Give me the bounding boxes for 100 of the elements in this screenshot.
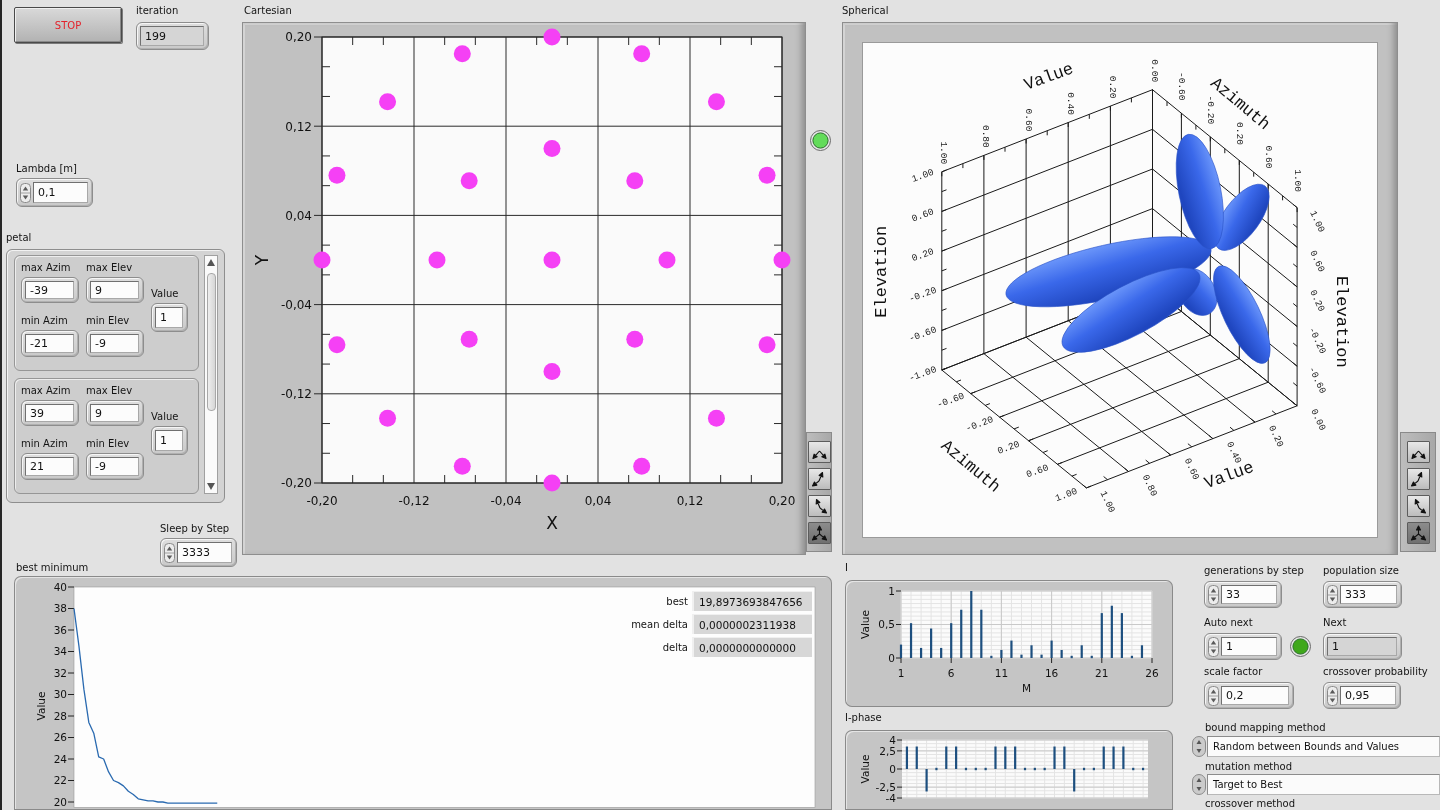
- tick-label: 40: [53, 580, 67, 593]
- numeric-input[interactable]: 9: [90, 281, 139, 299]
- view-button[interactable]: [807, 522, 831, 544]
- tick-label: 2,5: [879, 744, 896, 757]
- stem-bar: [1120, 613, 1123, 658]
- numeric-input[interactable]: 3333: [177, 542, 232, 563]
- tick-label: -0.60: [1306, 364, 1329, 396]
- tick-label: 0.00: [1308, 407, 1328, 433]
- spin-arrows-icon[interactable]: [1208, 685, 1219, 706]
- numeric-input[interactable]: 33: [1221, 585, 1277, 604]
- value-display: 0,0000000000000: [692, 637, 812, 657]
- stem-bar: [1030, 645, 1033, 658]
- value-display: 0,0000002311938: [692, 614, 812, 634]
- data-point: [773, 251, 791, 269]
- axis-title: Elevation: [871, 225, 891, 318]
- stem-bar: [1063, 746, 1066, 769]
- data-point: [758, 336, 776, 354]
- stem-bar: [1053, 746, 1056, 769]
- control-label: population size: [1323, 564, 1399, 577]
- view-button[interactable]: [1406, 468, 1430, 490]
- view-button[interactable]: [807, 495, 831, 517]
- view-button[interactable]: [807, 441, 831, 463]
- stem-bar: [1040, 654, 1043, 658]
- view-button[interactable]: [1406, 495, 1430, 517]
- control-label: Lambda [m]: [16, 162, 77, 175]
- stem-bar: [1023, 767, 1027, 771]
- numeric-input[interactable]: -9: [90, 457, 139, 476]
- spin-arrows-icon[interactable]: [1327, 584, 1338, 605]
- tick-label: 0.20: [1307, 288, 1327, 314]
- tick-label: 0,20: [285, 30, 312, 45]
- tick-label: -0,12: [398, 494, 430, 508]
- control-label: generations by step: [1204, 564, 1304, 577]
- view-button[interactable]: [1406, 441, 1430, 463]
- axis-title: M: [1021, 682, 1032, 694]
- stem-bar: [960, 609, 963, 658]
- numeric-input[interactable]: 39: [25, 404, 74, 422]
- stem-bar: [920, 647, 923, 658]
- tick-label: 30: [53, 688, 67, 701]
- tick-label: 1.00: [910, 166, 936, 185]
- stem-bar: [1142, 767, 1145, 771]
- down-arrow-icon[interactable]: [207, 483, 215, 490]
- stem-bar: [1020, 654, 1023, 658]
- ring-spinner-icon[interactable]: [1192, 736, 1206, 757]
- numeric-input[interactable]: 1: [1221, 637, 1277, 656]
- data-point: [626, 172, 644, 190]
- tick-label: 0.60: [1307, 248, 1327, 274]
- tick-label: 0,04: [285, 208, 312, 223]
- tick-label: 11: [994, 667, 1009, 679]
- tick-label: 0,5: [878, 618, 895, 631]
- spin-arrows-icon[interactable]: [164, 542, 175, 563]
- spin-arrows-icon[interactable]: [20, 182, 31, 203]
- stem-bar: [1004, 746, 1007, 769]
- numeric-input[interactable]: 333: [1340, 585, 1397, 604]
- ring-spinner-icon[interactable]: [1192, 774, 1206, 795]
- data-point: [543, 363, 561, 380]
- spin-arrows-icon[interactable]: [1208, 584, 1219, 605]
- axis-title: Value: [859, 610, 871, 639]
- numeric-input[interactable]: 9: [90, 404, 139, 422]
- numeric-input[interactable]: 0,1: [33, 182, 88, 203]
- control-label: scale factor: [1204, 665, 1263, 678]
- data-point: [633, 457, 651, 475]
- numeric-input[interactable]: 21: [25, 457, 74, 476]
- tick-label: -4: [885, 791, 896, 804]
- data-point: [707, 93, 725, 111]
- stem-bar: [970, 591, 973, 658]
- up-arrow-icon[interactable]: [207, 259, 215, 266]
- scrollbar[interactable]: [204, 255, 218, 494]
- control-label: Sleep by Step: [160, 522, 230, 535]
- control-label: min Azim: [21, 437, 68, 450]
- axes-icon: [1409, 525, 1427, 541]
- panel-label: Spherical: [842, 4, 889, 17]
- stem-bar: [940, 647, 943, 658]
- scroll-thumb[interactable]: [206, 273, 216, 411]
- control-label: max Azim: [21, 261, 71, 274]
- spin-arrows-icon[interactable]: [1208, 636, 1219, 657]
- tick-label: -0,20: [280, 476, 312, 491]
- tick-label: 26: [1145, 667, 1159, 679]
- selector-field[interactable]: Random between Bounds and Values: [1207, 736, 1440, 757]
- stem-bar: [1010, 640, 1013, 658]
- tick-label: 0.20: [910, 246, 936, 265]
- numeric-input[interactable]: 0,2: [1221, 686, 1289, 705]
- numeric-input[interactable]: 1: [155, 306, 183, 328]
- tick-label: 16: [1044, 667, 1059, 679]
- axes-icon: [810, 525, 828, 541]
- numeric-input[interactable]: -9: [90, 334, 139, 353]
- tick-label: 0.40: [1224, 440, 1244, 466]
- numeric-input[interactable]: 1: [155, 429, 183, 451]
- stem-bar: [1112, 746, 1115, 769]
- numeric-input[interactable]: -39: [25, 281, 74, 299]
- view-button[interactable]: [1406, 522, 1430, 544]
- stem-bar: [1060, 649, 1063, 658]
- numeric-input[interactable]: -21: [25, 334, 74, 353]
- spin-arrows-icon[interactable]: [1327, 685, 1338, 706]
- value-display: 19,8973693847656: [692, 591, 812, 611]
- stem-bar: [955, 746, 958, 769]
- selector-field[interactable]: Target to Best: [1207, 774, 1440, 795]
- view-button[interactable]: [807, 468, 831, 490]
- stem-bar: [945, 746, 948, 769]
- tick-label: 36: [53, 623, 67, 636]
- numeric-input[interactable]: 0,95: [1340, 686, 1396, 705]
